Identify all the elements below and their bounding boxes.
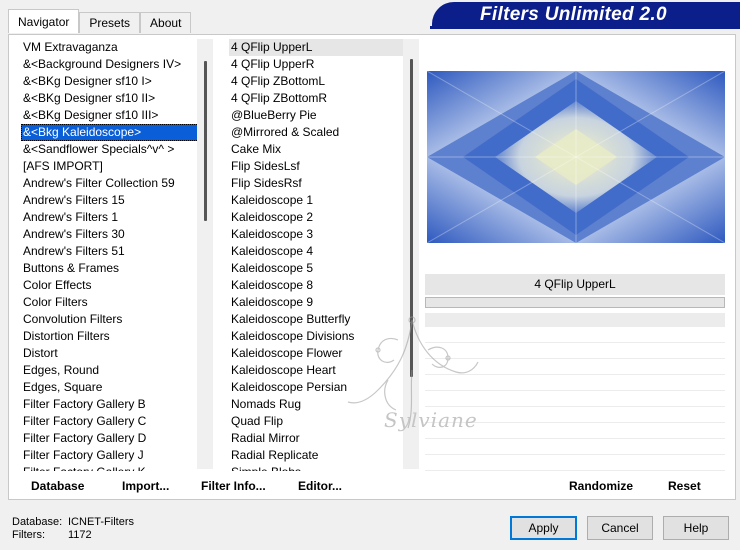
category-scroll-thumb[interactable]	[204, 61, 207, 221]
category-item[interactable]: Andrew's Filters 30	[21, 226, 207, 243]
tab-navigator[interactable]: Navigator	[8, 9, 80, 33]
parameter-slot	[425, 441, 725, 455]
parameter-slot	[425, 457, 725, 471]
category-item[interactable]: Andrew's Filters 1	[21, 209, 207, 226]
status-filters: Filters: 1172	[12, 529, 92, 541]
status-filters-label: Filters:	[12, 529, 45, 541]
category-item[interactable]: &<Bkg Kaleidoscope>	[21, 124, 207, 141]
filter-item[interactable]: Kaleidoscope 2	[229, 209, 405, 226]
filter-item[interactable]: Simple Blobs	[229, 464, 405, 471]
watermark-signature: Sylviane	[384, 408, 478, 432]
status-database: Database: ICNET-Filters	[12, 516, 134, 528]
banner-underline	[430, 26, 740, 29]
filter-item[interactable]: 4 QFlip ZBottomL	[229, 73, 405, 90]
filter-item[interactable]: Kaleidoscope 4	[229, 243, 405, 260]
filter-item[interactable]: Flip SidesRsf	[229, 175, 405, 192]
filter-item[interactable]: Cake Mix	[229, 141, 405, 158]
category-item[interactable]: Color Effects	[21, 277, 207, 294]
category-item[interactable]: &<BKg Designer sf10 III>	[21, 107, 207, 124]
filter-preview-image	[427, 71, 725, 243]
parameter-slot[interactable]	[425, 297, 725, 308]
category-item[interactable]: Filter Factory Gallery C	[21, 413, 207, 430]
editor-button[interactable]: Editor...	[298, 479, 342, 493]
category-item[interactable]: Convolution Filters	[21, 311, 207, 328]
category-item[interactable]: &<BKg Designer sf10 II>	[21, 90, 207, 107]
filter-item[interactable]: Kaleidoscope 8	[229, 277, 405, 294]
reset-button[interactable]: Reset	[668, 479, 701, 493]
category-item[interactable]: Andrew's Filters 15	[21, 192, 207, 209]
category-item[interactable]: Filter Factory Gallery D	[21, 430, 207, 447]
filter-item[interactable]: Kaleidoscope 3	[229, 226, 405, 243]
filter-item[interactable]: Kaleidoscope 1	[229, 192, 405, 209]
help-button[interactable]: Help	[663, 516, 729, 540]
tab-about[interactable]: About	[140, 12, 192, 33]
category-item[interactable]: Buttons & Frames	[21, 260, 207, 277]
category-item[interactable]: Andrew's Filter Collection 59	[21, 175, 207, 192]
tab-strip: Navigator Presets About	[8, 9, 192, 34]
category-item[interactable]: Distort	[21, 345, 207, 362]
category-scrollbar[interactable]	[197, 39, 213, 469]
filter-item[interactable]: 4 QFlip ZBottomR	[229, 90, 405, 107]
category-item[interactable]: Edges, Round	[21, 362, 207, 379]
filter-item[interactable]: Kaleidoscope 9	[229, 294, 405, 311]
category-item[interactable]: Edges, Square	[21, 379, 207, 396]
category-item[interactable]: &<Sandflower Specials^v^ >	[21, 141, 207, 158]
filter-item[interactable]: 4 QFlip UpperR	[229, 56, 405, 73]
preview-filter-name: 4 QFlip UpperL	[425, 274, 725, 295]
category-item[interactable]: &<BKg Designer sf10 I>	[21, 73, 207, 90]
filter-item[interactable]: 4 QFlip UpperL	[229, 39, 405, 56]
apply-button[interactable]: Apply	[510, 516, 577, 540]
category-item[interactable]: VM Extravaganza	[21, 39, 207, 56]
category-item[interactable]: [AFS IMPORT]	[21, 158, 207, 175]
category-list[interactable]: VM Extravaganza &<Background Designers IV…	[21, 39, 207, 471]
category-item[interactable]: Filter Factory Gallery K	[21, 464, 207, 471]
cancel-button[interactable]: Cancel	[587, 516, 653, 540]
import-button[interactable]: Import...	[122, 479, 169, 493]
filter-item[interactable]: @Mirrored & Scaled	[229, 124, 405, 141]
category-item[interactable]: Filter Factory Gallery B	[21, 396, 207, 413]
category-item[interactable]: Filter Factory Gallery J	[21, 447, 207, 464]
panel-button-bar: Database Import... Filter Info... Editor…	[9, 473, 735, 499]
category-item[interactable]: &<Background Designers IV>	[21, 56, 207, 73]
category-item[interactable]: Distortion Filters	[21, 328, 207, 345]
filter-item[interactable]: Flip SidesLsf	[229, 158, 405, 175]
randomize-button[interactable]: Randomize	[569, 479, 633, 493]
filter-item[interactable]: Kaleidoscope 5	[229, 260, 405, 277]
database-button[interactable]: Database	[31, 479, 84, 493]
filter-item[interactable]: @BlueBerry Pie	[229, 107, 405, 124]
status-database-value: ICNET-Filters	[68, 516, 134, 528]
status-database-label: Database:	[12, 516, 63, 528]
category-item[interactable]: Color Filters	[21, 294, 207, 311]
status-filters-value: 1172	[68, 529, 92, 541]
filter-info-button[interactable]: Filter Info...	[201, 479, 266, 493]
app-title-banner: Filters Unlimited 2.0	[432, 2, 740, 27]
tab-presets[interactable]: Presets	[79, 12, 141, 33]
category-item[interactable]: Andrew's Filters 51	[21, 243, 207, 260]
filter-item[interactable]: Radial Replicate	[229, 447, 405, 464]
